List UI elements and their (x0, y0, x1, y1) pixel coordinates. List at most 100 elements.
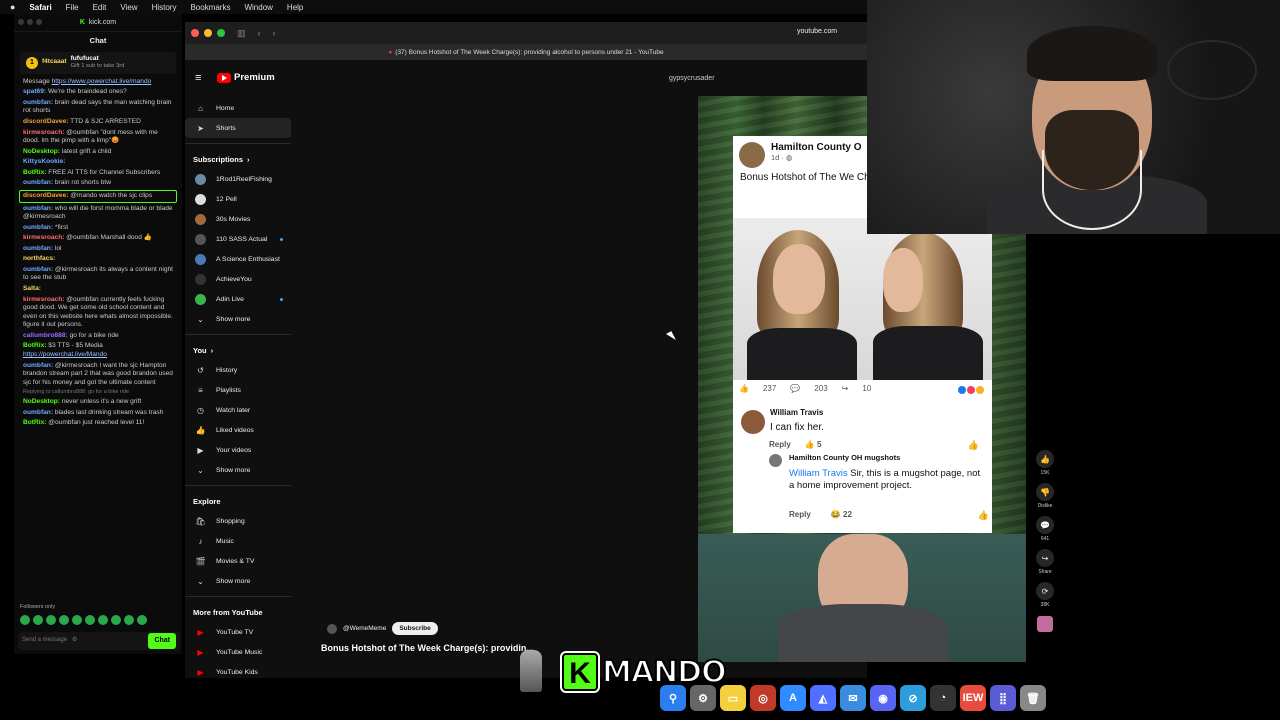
chat-username[interactable]: oumbfan: (23, 224, 53, 231)
menu-view[interactable]: View (120, 3, 137, 12)
chat-link[interactable]: https://www.powerchat.live/mando (52, 78, 152, 85)
dock-app-icon[interactable]: ⣿ (990, 685, 1016, 711)
channel-avatar[interactable] (327, 623, 337, 634)
sidebar-item-subscription[interactable]: 30s Movies (185, 209, 291, 229)
menu-window[interactable]: Window (244, 3, 272, 12)
settings-gear-icon[interactable]: ⚙ (72, 637, 77, 645)
short-title[interactable]: Bonus Hotshot of The Week Charge(s): pro… (321, 643, 581, 653)
chat-username[interactable]: callumbro888: (23, 332, 68, 339)
sidebar-item-subscription[interactable]: 110 SASS Actual (185, 229, 291, 249)
emote-icon[interactable] (20, 615, 30, 625)
sidebar-item-subscription[interactable]: Adin Live (185, 289, 291, 309)
show-more-subscriptions[interactable]: ⌄ Show more (185, 309, 291, 329)
sidebar-item-you[interactable]: ◷ Watch later (185, 400, 291, 420)
chat-username[interactable]: NoDesktop: (23, 148, 60, 155)
short-channel-name[interactable]: @WemeMeme (343, 625, 386, 632)
dock-app-icon[interactable]: 🗑 (1020, 685, 1046, 711)
sidebar-item-explore[interactable]: 🛍 Shopping (185, 511, 291, 531)
minimize-window-icon[interactable] (204, 29, 212, 37)
emote-icon[interactable] (111, 615, 121, 625)
dock-app-icon[interactable]: ◉ (870, 685, 896, 711)
zoom-window-icon[interactable] (217, 29, 225, 37)
menu-file[interactable]: File (66, 3, 79, 12)
address-bar-domain[interactable]: youtube.com (797, 28, 837, 35)
emote-icon[interactable] (33, 615, 43, 625)
safari-tab[interactable]: ● (37) Bonus Hotshot of The Week Charge(… (185, 44, 867, 60)
menu-app-name[interactable]: Safari (29, 3, 51, 12)
emote-icon[interactable] (46, 615, 56, 625)
subscriptions-header[interactable]: Subscriptions › (185, 149, 299, 169)
show-more-you[interactable]: ⌄ Show more (185, 460, 291, 480)
close-window-icon[interactable] (191, 29, 199, 37)
dock-app-icon[interactable]: ⚙ (690, 685, 716, 711)
emote-icon[interactable] (124, 615, 134, 625)
dock-app-icon[interactable]: ⚲ (660, 685, 686, 711)
emote-icon[interactable] (98, 615, 108, 625)
audio-thumbnail[interactable] (1037, 616, 1053, 632)
sidebar-item-subscription[interactable]: AchieveYou (185, 269, 291, 289)
chat-username[interactable]: Salta: (23, 285, 41, 292)
chat-username[interactable]: NoDesktop: (23, 398, 60, 405)
menu-bookmarks[interactable]: Bookmarks (190, 3, 230, 12)
emote-icon[interactable] (72, 615, 82, 625)
gift-user-2[interactable]: fufufucat (71, 55, 125, 64)
chat-username[interactable]: spat69: (23, 88, 46, 95)
short-action-button[interactable]: ⟳ 38K (1036, 582, 1054, 608)
chat-username[interactable]: oumbfan: (23, 245, 53, 252)
emote-icon[interactable] (137, 615, 147, 625)
sidebar-item-subscription[interactable]: A Science Enthusiast (185, 249, 291, 269)
chat-username[interactable]: kirmesroach: (23, 296, 64, 303)
chat-username[interactable]: oumbfan: (23, 266, 53, 273)
emote-icon[interactable] (59, 615, 69, 625)
chat-send-button[interactable]: Chat (148, 633, 176, 649)
chat-username[interactable]: BotRix: (23, 169, 46, 176)
dock-app-icon[interactable]: ✉ (840, 685, 866, 711)
short-action-button[interactable]: ↪ Share (1036, 549, 1054, 575)
chat-link[interactable]: https://powerchat.live/Mando (23, 351, 107, 358)
sidebar-item-you[interactable]: ≡ Playlists (185, 380, 291, 400)
chat-username[interactable]: KittysKookie: (23, 158, 66, 165)
sidebar-item-explore[interactable]: ♪ Music (185, 531, 291, 551)
back-arrow-icon[interactable]: ‹ (258, 28, 261, 38)
short-action-button[interactable]: 👍 15K (1036, 450, 1054, 476)
chat-username[interactable]: kirmesroach: (23, 234, 64, 241)
chat-username[interactable]: oumbfan: (23, 205, 53, 212)
sidebar-item-subscription[interactable]: 12 Pell (185, 189, 291, 209)
gift-user-1[interactable]: f4tcaaat (42, 58, 67, 65)
dock-app-icon[interactable]: ⊘ (900, 685, 926, 711)
chat-username[interactable]: discordDavee: (23, 192, 68, 199)
chat-username[interactable]: kirmesroach: (23, 129, 64, 136)
sidebar-item-home[interactable]: ⌂ Home (185, 98, 291, 118)
apple-icon[interactable]: ● (10, 2, 15, 12)
menu-help[interactable]: Help (287, 3, 303, 12)
dock-app-icon[interactable]: IEW (960, 685, 986, 711)
chat-username[interactable]: BotRix: (23, 419, 46, 426)
chat-username[interactable]: oumbfan: (23, 362, 53, 369)
dock-app-icon[interactable]: ▭ (720, 685, 746, 711)
chat-username[interactable]: northfacs: (23, 255, 55, 262)
chat-username[interactable]: oumbfan: (23, 179, 53, 186)
chat-username[interactable]: BotRix: (23, 342, 46, 349)
chat-username[interactable]: oumbfan: (23, 99, 53, 106)
hamburger-menu-icon[interactable]: ≡ (195, 72, 201, 84)
menu-edit[interactable]: Edit (93, 3, 107, 12)
sidebar-item-youtube-app[interactable]: ▶ YouTube Kids (185, 662, 291, 682)
short-action-button[interactable]: 👎 Dislike (1036, 483, 1054, 509)
sidebar-item-you[interactable]: 👍 Liked videos (185, 420, 291, 440)
short-action-button[interactable]: 💬 641 (1036, 516, 1054, 542)
dock-app-icon[interactable]: ◎ (750, 685, 776, 711)
sidebar-item-subscription[interactable]: 1Rod1ReelFishing (185, 169, 291, 189)
dock-app-icon[interactable]: A (780, 685, 806, 711)
chat-input[interactable]: Send a message (22, 637, 67, 645)
chat-username[interactable]: oumbfan: (23, 409, 53, 416)
dock-app-icon[interactable]: ◭ (810, 685, 836, 711)
sidebar-item-explore[interactable]: 🎬 Movies & TV (185, 551, 291, 571)
show-more-explore[interactable]: ⌄ Show more (185, 571, 291, 591)
forward-arrow-icon[interactable]: › (273, 28, 276, 38)
chat-username[interactable]: discordDavee: (23, 118, 68, 125)
sidebar-item-you[interactable]: ▶ Your videos (185, 440, 291, 460)
menu-history[interactable]: History (152, 3, 177, 12)
dock-app-icon[interactable]: ◔ (930, 685, 956, 711)
you-header[interactable]: You › (185, 340, 299, 360)
emote-icon[interactable] (85, 615, 95, 625)
